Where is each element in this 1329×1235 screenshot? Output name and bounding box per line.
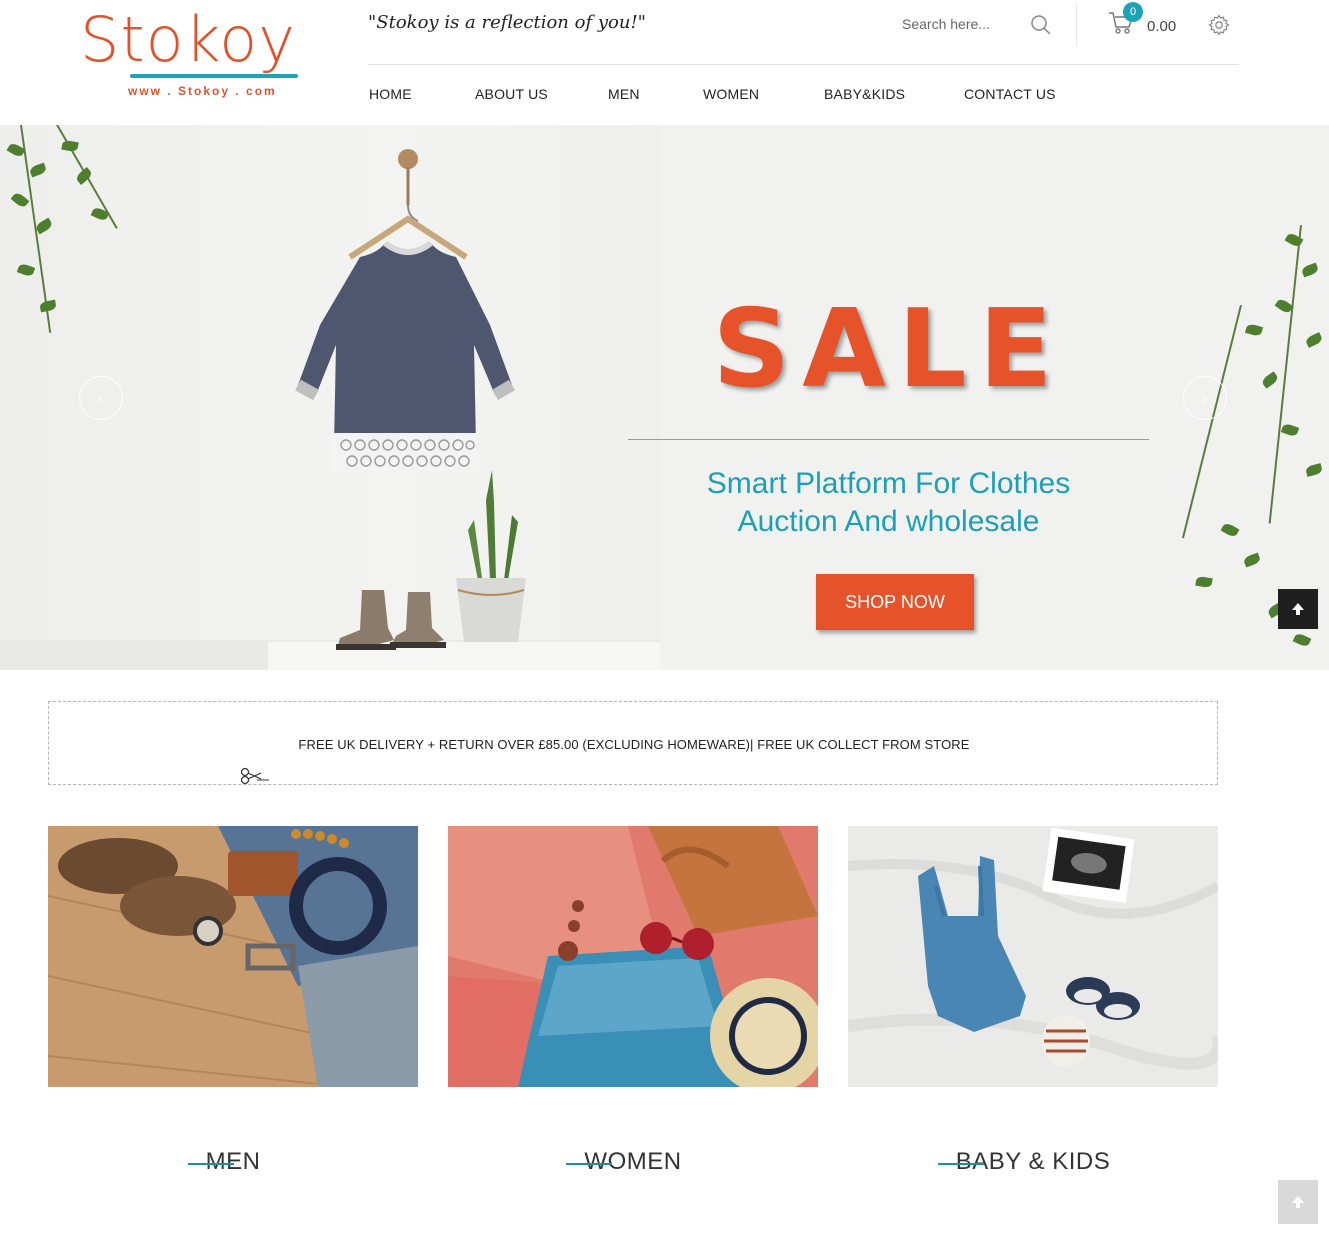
- nav-item-home[interactable]: HOME: [369, 86, 412, 102]
- header-divider: [1076, 4, 1077, 46]
- arrow-up-icon: [1292, 602, 1304, 615]
- category-label-men-wrap: MEN: [48, 1148, 418, 1180]
- logo-underline: [130, 74, 298, 78]
- search-box: [902, 8, 1062, 40]
- slider-prev-button[interactable]: ‹: [79, 376, 123, 420]
- category-label-women-wrap: WOMEN: [448, 1148, 818, 1180]
- plant-illustration: [456, 470, 526, 642]
- category-image-women[interactable]: [448, 826, 818, 1087]
- category-label-baby-kids-text: BABY & KIDS: [955, 1148, 1111, 1175]
- nav-item-about-us[interactable]: ABOUT US: [475, 86, 548, 102]
- category-line: [937, 1163, 984, 1165]
- hero-slider: ‹ › SALE Smart Platform For Clothes Auct…: [0, 125, 1329, 670]
- logo-url: www . Stokoy . com: [128, 84, 277, 98]
- category-line: [566, 1163, 613, 1165]
- scroll-to-top-button[interactable]: [1278, 589, 1318, 629]
- cart-total[interactable]: 0.00: [1147, 18, 1176, 35]
- shoes-illustration: [336, 590, 446, 650]
- slider-next-button[interactable]: ›: [1183, 376, 1227, 420]
- promo-text: FREE UK DELIVERY + RETURN OVER £85.00 (E…: [298, 737, 970, 752]
- logo-wordmark: Stokoy: [80, 3, 296, 76]
- gear-icon[interactable]: [1208, 14, 1230, 36]
- nav-item-contact-us[interactable]: CONTACT US: [964, 86, 1056, 102]
- category-label-baby-kids-wrap: BABY & KIDS: [848, 1148, 1218, 1180]
- arrow-up-icon: [1292, 1195, 1304, 1208]
- category-image-baby-kids[interactable]: [848, 826, 1218, 1087]
- hero-divider: [628, 439, 1149, 440]
- women-accessories-photo: [448, 826, 818, 1087]
- site-tagline: "Stokoy is a reflection of you!": [368, 12, 646, 33]
- category-image-men[interactable]: [48, 826, 418, 1087]
- category-label-women[interactable]: WOMEN: [566, 1148, 682, 1176]
- baby-clothes-photo: [848, 826, 1218, 1087]
- nav-divider: [368, 64, 1239, 65]
- nav-item-women[interactable]: WOMEN: [703, 86, 759, 102]
- sweater-illustration: [295, 149, 516, 473]
- nav-item-men[interactable]: MEN: [608, 86, 640, 102]
- hero-subtitle-line-2: Auction And wholesale: [737, 505, 1040, 538]
- hero-subtitle-line-1: Smart Platform For Clothes: [706, 467, 1071, 500]
- nav-item-baby-kids[interactable]: BABY&KIDS: [824, 86, 905, 102]
- men-accessories-photo: [48, 826, 418, 1087]
- back-to-top-button[interactable]: [1278, 1180, 1318, 1224]
- category-label-women-text: WOMEN: [584, 1148, 682, 1175]
- promo-banner: FREE UK DELIVERY + RETURN OVER £85.00 (E…: [48, 701, 1218, 785]
- search-input[interactable]: [902, 8, 1028, 40]
- shop-now-button[interactable]: SHOP NOW: [816, 574, 974, 630]
- brand-logo[interactable]: Stokoy www . Stokoy . com: [78, 3, 310, 100]
- search-icon[interactable]: [1030, 14, 1052, 36]
- cart-count-badge: 0: [1123, 2, 1143, 22]
- category-label-baby-kids[interactable]: BABY & KIDS: [937, 1148, 1111, 1176]
- scissors-icon: [240, 767, 269, 785]
- category-label-men[interactable]: MEN: [187, 1148, 261, 1176]
- hero-headline: SALE: [712, 287, 1065, 412]
- hero-subtitle: Smart Platform For Clothes Auction And w…: [628, 465, 1149, 541]
- category-line: [187, 1163, 234, 1165]
- category-label-men-text: MEN: [205, 1148, 261, 1175]
